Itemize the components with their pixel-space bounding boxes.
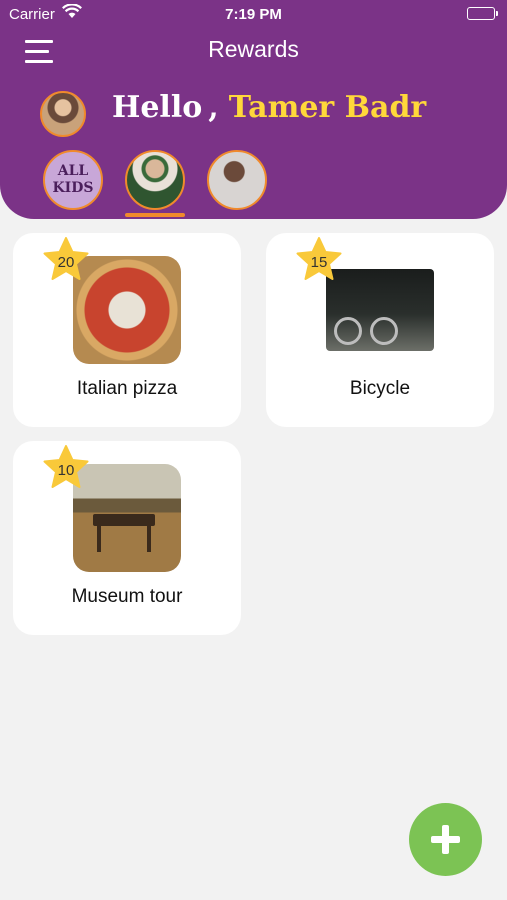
reward-card[interactable]: 10 Museum tour [13, 441, 241, 635]
star-icon: 20 [43, 237, 89, 281]
greeting-comma: , [208, 90, 219, 125]
clock: 7:19 PM [225, 6, 282, 23]
kid-tab-all-kids[interactable]: ALL KIDS [43, 150, 103, 210]
greeting-hello: Hello [112, 90, 203, 125]
all-kids-line2: KIDS [52, 180, 94, 196]
status-bar: Carrier 7:19 PM [0, 0, 507, 28]
reward-points: 20 [57, 254, 75, 271]
reward-card[interactable]: 15 Bicycle [266, 233, 494, 427]
reward-card[interactable]: 20 Italian pizza [13, 233, 241, 427]
kid-tab-avatar-1[interactable] [125, 150, 185, 210]
reward-image [73, 256, 181, 364]
reward-points: 10 [57, 462, 75, 479]
selected-kid-indicator [125, 213, 185, 217]
reward-title: Bicycle [349, 378, 411, 399]
reward-image [73, 464, 181, 572]
reward-title: Museum tour [71, 586, 183, 607]
all-kids-line1: ALL [57, 163, 89, 179]
greeting-user-name: Tamer Badr [228, 90, 427, 125]
reward-title: Italian pizza [76, 378, 178, 399]
kid-tab-avatar-2[interactable] [207, 150, 267, 210]
reward-image [326, 269, 434, 351]
greeting: Hello, Tamer Badr [112, 90, 426, 125]
user-avatar[interactable] [40, 91, 86, 137]
star-icon: 15 [296, 237, 342, 281]
header: Carrier 7:19 PM Rewards Hello, Tamer Badr… [0, 0, 507, 219]
add-reward-button[interactable] [409, 803, 482, 876]
page-title: Rewards [208, 36, 299, 62]
star-icon: 10 [43, 445, 89, 489]
reward-points: 15 [310, 254, 328, 271]
battery-icon [467, 7, 498, 20]
